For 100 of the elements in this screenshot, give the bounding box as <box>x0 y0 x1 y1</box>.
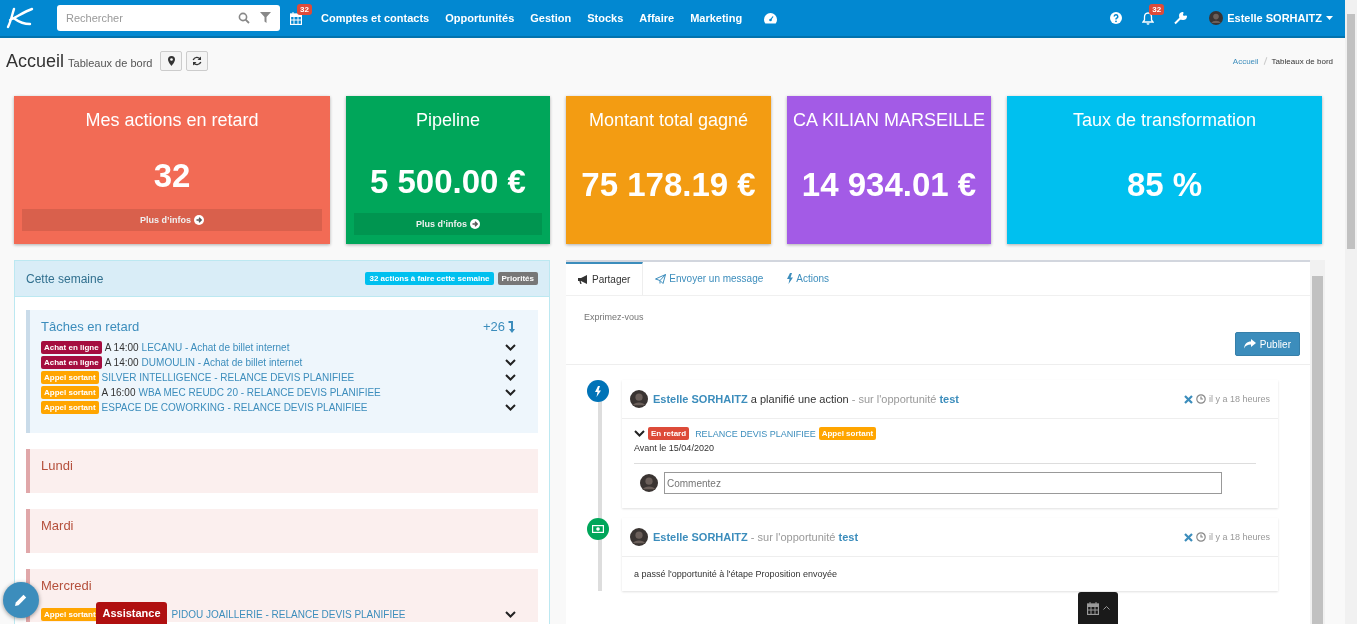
notification-badge: 32 <box>297 3 312 15</box>
task-tag: Appel sortant <box>41 386 99 399</box>
status-tag: En retard <box>648 427 690 440</box>
task-time: A 14:00 <box>104 342 139 353</box>
chevron-down-icon[interactable] <box>505 611 516 618</box>
tile-title: Taux de transformation <box>1072 110 1257 131</box>
clock-icon <box>1195 394 1206 404</box>
user-menu[interactable]: Estelle SORHAITZ <box>1227 12 1322 24</box>
chevron-down-icon[interactable] <box>505 404 516 411</box>
chevron-down-icon[interactable] <box>634 430 645 437</box>
refresh-button[interactable] <box>186 51 209 71</box>
bolt-icon <box>787 273 794 284</box>
opportunity-link[interactable]: test <box>838 531 859 543</box>
tile-value: 75 178.19 € <box>581 164 756 205</box>
more-info-link[interactable]: Plus d’infos <box>354 213 542 235</box>
nav-menu-item[interactable]: Affaire <box>631 12 683 24</box>
publish-button[interactable]: Publier <box>1234 332 1300 356</box>
section-title: Mercredi <box>41 578 93 593</box>
scrollbar[interactable] <box>1310 260 1325 624</box>
clock-icon <box>1195 532 1206 542</box>
map-marker-icon <box>167 56 175 66</box>
task-link[interactable]: LECANU - Achat de billet internet <box>141 342 290 353</box>
more-info-link[interactable]: Plus d’infos <box>22 209 322 231</box>
task-tag: Appel sortant <box>818 427 877 440</box>
notification-badge: 32 <box>1149 3 1165 15</box>
feed-tab[interactable]: Actions <box>775 262 842 295</box>
feed-tab[interactable]: Envoyer un message <box>643 262 776 295</box>
tile-title: CA KILIAN MARSEILLE <box>792 110 986 131</box>
search-field[interactable]: Rechercher <box>57 5 280 31</box>
author-avatar <box>630 390 648 408</box>
tile-value: 5 500.00 € <box>370 163 526 201</box>
nav-menu-item[interactable]: Stocks <box>579 12 632 24</box>
share-icon <box>1243 339 1256 349</box>
breadcrumb-link[interactable]: Accueil <box>1232 56 1259 66</box>
task-link[interactable]: PIDOU JOAILLERIE - RELANCE DEVIS PLANIFIEE <box>171 609 406 620</box>
pencil-icon <box>14 593 28 607</box>
due-date: Avant le 15/04/2020 <box>634 443 715 453</box>
calendar-icon[interactable] <box>1086 601 1099 615</box>
nav-menu-item[interactable]: Opportunités <box>437 12 523 24</box>
chevron-down-icon[interactable] <box>505 374 516 381</box>
comment-field[interactable]: Commentez <box>664 472 1222 494</box>
bell-icon[interactable] <box>1142 11 1155 25</box>
page-subtitle: Tableaux de bord <box>68 56 153 69</box>
tile-value: 85 % <box>1126 164 1203 205</box>
money-icon <box>592 525 604 533</box>
nav-menu-item[interactable]: Comptes et contacts <box>313 12 438 24</box>
megaphone-icon <box>578 275 589 284</box>
filter-icon[interactable] <box>260 12 271 23</box>
section-title: Lundi <box>41 458 74 473</box>
task-link[interactable]: SILVER INTELLIGENCE - RELANCE DEVIS PLANIFIEE <box>101 372 355 383</box>
breadcrumb-current: Tableaux de bord <box>1271 56 1333 66</box>
task-tag: Appel sortant <box>41 608 99 621</box>
task-link[interactable]: RELANCE DEVIS PLANIFIEE <box>695 428 816 439</box>
task-link[interactable]: DUMOULIN - Achat de billet internet <box>141 357 303 368</box>
caret-up-icon <box>1102 606 1110 610</box>
author-link[interactable]: Estelle SORHAITZ <box>653 531 748 543</box>
activity-text: a planifié une action <box>750 393 849 405</box>
nav-menu-item[interactable]: Gestion <box>522 12 580 24</box>
task-time: A 16:00 <box>101 387 136 398</box>
calendar-toggle-button[interactable] <box>1078 592 1118 624</box>
tile-title: Pipeline <box>415 110 480 131</box>
caret-icon <box>1326 16 1333 20</box>
close-icon[interactable] <box>1183 532 1193 542</box>
refresh-icon <box>192 56 203 66</box>
edit-button[interactable] <box>3 582 39 618</box>
task-tag: Appel sortant <box>41 401 99 414</box>
page-scrollbar[interactable] <box>1345 0 1357 624</box>
tile-title: Mes actions en retard <box>85 110 259 131</box>
search-icon[interactable] <box>238 12 250 24</box>
assistance-button[interactable]: Assistance <box>96 602 167 624</box>
chevron-down-icon[interactable] <box>505 359 516 366</box>
tile-value: 14 934.01 € <box>801 164 977 205</box>
arrow-right-icon <box>194 215 204 225</box>
author-link[interactable]: Estelle SORHAITZ <box>653 393 748 405</box>
bolt-icon <box>595 385 601 397</box>
dashboard-icon[interactable] <box>764 12 778 24</box>
nav-menu-item[interactable]: Marketing <box>682 12 751 24</box>
logo-icon[interactable] <box>6 7 34 29</box>
help-icon[interactable] <box>1110 12 1123 24</box>
feed-tab[interactable]: Partager <box>566 262 644 295</box>
task-tag: Achat en ligne <box>41 341 102 354</box>
commenter-avatar <box>640 474 658 492</box>
context-text: - sur l'opportunité <box>750 531 836 543</box>
panel-title: Cette semaine <box>26 271 105 286</box>
tile-value: 32 <box>153 157 191 195</box>
task-link[interactable]: ESPACE DE COWORKING - RELANCE DEVIS PLANIFIEE <box>101 402 368 413</box>
task-link[interactable]: WBA MEC REUDC 20 - RELANCE DEVIS PLANIFIEE <box>138 387 381 398</box>
chevron-down-icon[interactable] <box>505 344 516 351</box>
chevron-down-icon[interactable] <box>505 389 516 396</box>
task-tag: Achat en ligne <box>41 356 102 369</box>
user-avatar <box>1209 11 1224 25</box>
opportunity-link[interactable]: test <box>939 393 959 405</box>
context-text: - sur l'opportunité <box>851 393 937 405</box>
down-arrow-icon[interactable] <box>508 320 516 333</box>
close-icon[interactable] <box>1183 394 1193 404</box>
paper-plane-icon <box>655 273 667 284</box>
wrench-icon[interactable] <box>1174 11 1188 25</box>
location-button[interactable] <box>160 51 183 71</box>
author-avatar <box>630 528 648 546</box>
page-title: Accueil <box>6 50 65 72</box>
